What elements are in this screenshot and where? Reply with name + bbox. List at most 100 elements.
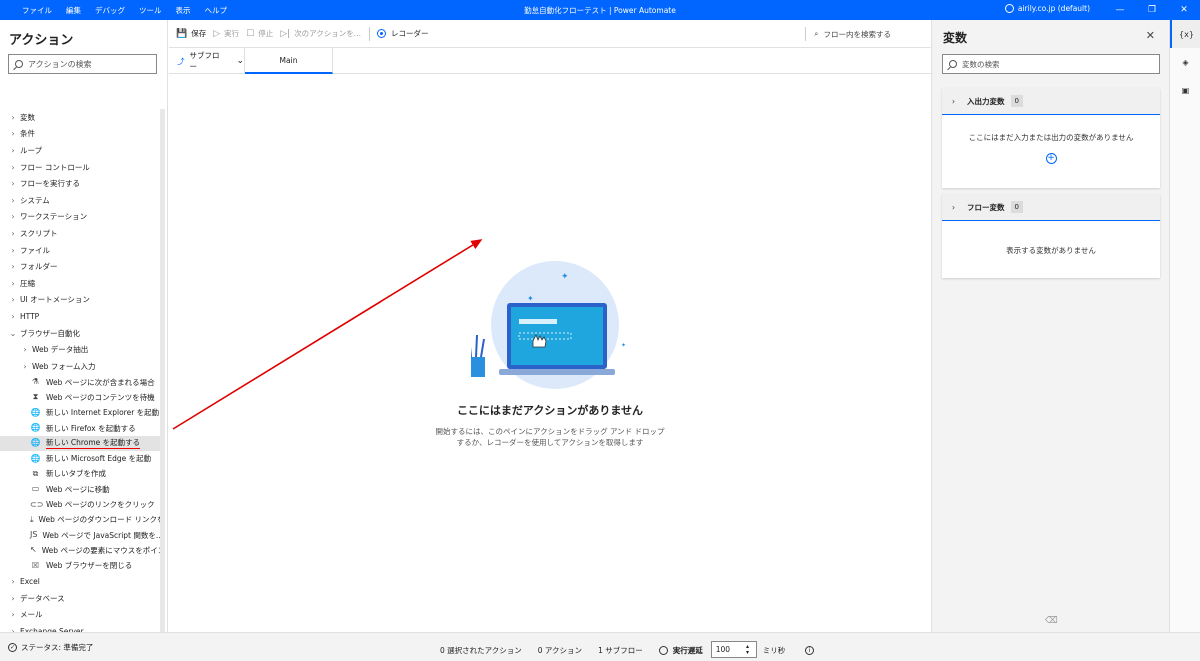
menu-help[interactable]: ヘルプ	[205, 5, 228, 16]
action-item[interactable]: JS Web ページで JavaScript 関数を...	[0, 527, 160, 542]
category-item[interactable]: › 圧縮	[0, 275, 160, 292]
run-label: 実行	[224, 29, 240, 38]
variables-search-input[interactable]: 変数の検索	[942, 54, 1160, 74]
next-action-button[interactable]: ▷| 次のアクションを...	[280, 28, 361, 39]
subflow-dropdown[interactable]: ⤴ サブフロー ⌄	[169, 48, 245, 74]
action-item[interactable]: ☒ Web ブラウザーを閉じる	[0, 558, 160, 573]
category-item[interactable]: › 条件	[0, 126, 160, 143]
action-item[interactable]: 🌐 新しい Firefox を起動する	[0, 420, 160, 435]
stop-label: 停止	[258, 29, 274, 38]
layers-icon: ◈	[1182, 57, 1189, 67]
category-item-label: ループ	[20, 145, 43, 155]
category-item[interactable]: › システム	[0, 192, 160, 209]
flow-variables-title: フロー変数	[967, 202, 1005, 212]
selected-actions-count: 0 選択されたアクション	[440, 646, 522, 655]
actions-scrollbar[interactable]	[160, 109, 165, 649]
category-item-browser[interactable]: ⌄ ブラウザー自動化	[0, 325, 160, 342]
run-delay-stepper[interactable]: 100 ▴ ▾	[710, 641, 757, 658]
actions-search-input[interactable]: アクションの検索	[8, 54, 157, 74]
io-variables-header[interactable]: › 入出力変数 0	[942, 88, 1160, 115]
run-button[interactable]: ▷ 実行	[213, 28, 239, 39]
category-item[interactable]: › UI オートメーション	[0, 292, 160, 309]
close-window-icon[interactable]: ✕	[1168, 0, 1200, 20]
category-item[interactable]: › フローを実行する	[0, 175, 160, 192]
toolbar-divider	[805, 27, 807, 41]
save-button[interactable]: 💾 保存	[176, 28, 206, 39]
action-item[interactable]: 🌐 新しい Internet Explorer を起動	[0, 405, 160, 420]
menu-view[interactable]: 表示	[176, 5, 191, 16]
category-item[interactable]: › メール	[0, 607, 160, 624]
flow-variables-header[interactable]: › フロー変数 0	[942, 194, 1160, 221]
action-item[interactable]: ⧉ 新しいタブを作成	[0, 466, 160, 481]
recorder-label: レコーダー	[390, 29, 429, 38]
save-icon: 💾	[176, 28, 188, 39]
category-item-label: ファイル	[20, 245, 50, 255]
chevron-right-icon: ›	[11, 162, 15, 172]
account-menu[interactable]: airily.co.jp (default)	[1004, 4, 1090, 13]
minimize-icon[interactable]: —	[1104, 0, 1136, 20]
category-item[interactable]: › フロー コントロール	[0, 159, 160, 176]
flow-search-input[interactable]: ⌕ フロー内を検索する	[805, 27, 891, 41]
stop-icon: ☐	[246, 28, 255, 39]
save-label: 保存	[191, 29, 207, 38]
category-item[interactable]: › HTTP	[0, 308, 160, 325]
chevron-right-icon: ›	[11, 145, 15, 155]
restore-icon[interactable]: ❐	[1136, 0, 1168, 20]
variables-panel-button[interactable]: {x}	[1170, 20, 1200, 48]
category-item[interactable]: › ファイル	[0, 242, 160, 259]
action-item[interactable]: ▭ Web ページに移動	[0, 482, 160, 497]
category-item[interactable]: › データベース	[0, 590, 160, 607]
actions-panel: アクション アクションの検索 › 変数 › 条件 › ループ › フロー コントロール › フロー…	[0, 20, 168, 653]
globe-icon: 🌐	[30, 438, 41, 448]
ui-elements-panel-button[interactable]: ◈	[1170, 48, 1200, 76]
empty-state-line-1: 開始するには、このペインにアクションをドラッグ アンド ドロップ	[435, 427, 665, 436]
flow-canvas[interactable]: ✦ ✦ ✦ ここにはまだアクションがありません 開始するには、このペインにアクシ…	[169, 75, 931, 632]
action-item[interactable]: 🌐 新しい Chrome を起動する	[0, 435, 160, 451]
category-item[interactable]: › 変数	[0, 109, 160, 126]
category-item-label: 圧縮	[20, 278, 35, 288]
subflow-icon: ⤴	[177, 56, 185, 66]
menu-edit[interactable]: 編集	[66, 5, 81, 16]
close-icon[interactable]: ✕	[1146, 29, 1155, 42]
action-item-label: Web ページのリンクをクリック	[46, 500, 155, 510]
add-variable-icon[interactable]: +	[1045, 153, 1057, 164]
menu-file[interactable]: ファイル	[22, 5, 52, 16]
stop-button[interactable]: ☐ 停止	[246, 28, 273, 39]
category-item[interactable]: › ワークステーション	[0, 209, 160, 226]
action-item-label: 新しい Firefox を起動する	[46, 423, 136, 433]
eraser-icon[interactable]: ⌫	[1045, 616, 1058, 626]
tab-main[interactable]: Main	[245, 48, 333, 74]
category-item[interactable]: › ループ	[0, 142, 160, 159]
category-item[interactable]: › Excel	[0, 573, 160, 590]
chevron-right-icon: ›	[952, 202, 955, 212]
spinner-icon[interactable]: ▴ ▾	[746, 643, 749, 656]
action-item-label: Web ブラウザーを閉じる	[46, 561, 133, 571]
play-icon: ▷	[213, 28, 221, 39]
info-icon[interactable]: i	[805, 646, 815, 655]
chevron-right-icon: ›	[11, 245, 15, 255]
action-item[interactable]: ⚗ Web ページに次が含まれる場合	[0, 375, 160, 390]
new-tab-icon: ⧉	[32, 468, 39, 478]
category-item-label: フォルダー	[20, 262, 58, 272]
empty-state-title: ここにはまだアクションがありません	[456, 404, 644, 417]
action-item[interactable]: 🌐 新しい Microsoft Edge を起動	[0, 451, 160, 466]
action-item[interactable]: ⧗ Web ページのコンテンツを待機	[0, 390, 160, 405]
status-bar: ✓ ステータス: 準備完了 0 選択されたアクション 0 アクション 1 サブフ…	[0, 632, 1200, 661]
download-icon: ⤓	[30, 514, 34, 524]
category-item-browser-label: ブラウザー自動化	[20, 328, 80, 338]
action-item[interactable]: ⊂⊃ Web ページのリンクをクリック	[0, 497, 160, 512]
action-item-label: 新しいタブを作成	[46, 469, 106, 479]
recorder-button[interactable]: レコーダー	[376, 28, 429, 39]
record-icon	[376, 29, 386, 38]
subcategory-item[interactable]: › Web データ抽出	[0, 341, 160, 358]
menu-tools[interactable]: ツール	[139, 5, 162, 16]
category-item[interactable]: › フォルダー	[0, 258, 160, 275]
chevron-right-icon: ›	[11, 212, 15, 222]
images-panel-button[interactable]: ▣	[1170, 76, 1200, 104]
chevron-right-icon: ›	[11, 610, 15, 620]
category-item[interactable]: › スクリプト	[0, 225, 160, 242]
subcategory-item[interactable]: › Web フォーム入力	[0, 358, 160, 375]
action-item[interactable]: ⤓ Web ページのダウンロード リンクをク...	[0, 512, 160, 527]
action-item[interactable]: ↖ Web ページの要素にマウスをポイント	[0, 543, 160, 558]
menu-debug[interactable]: デバッグ	[95, 5, 125, 16]
